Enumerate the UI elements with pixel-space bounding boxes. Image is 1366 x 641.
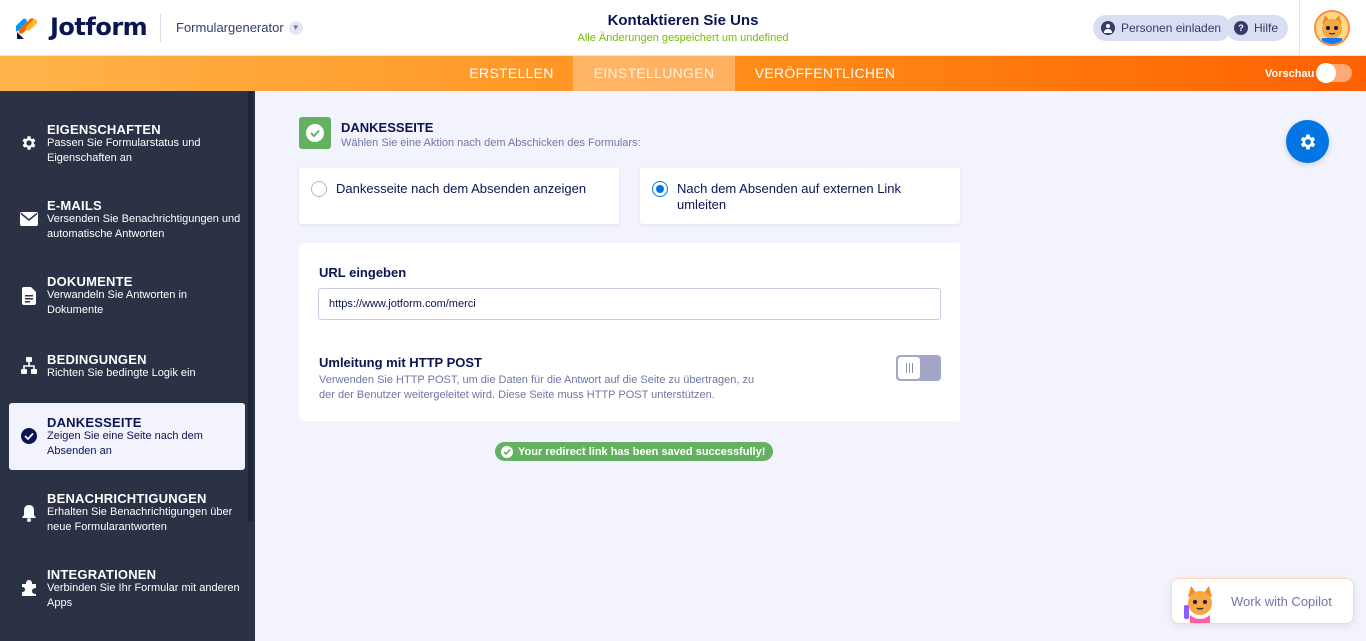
puzzle-icon — [18, 577, 40, 599]
url-input[interactable] — [318, 288, 941, 320]
builder-dropdown[interactable]: Formulargenerator ▼ — [176, 20, 303, 35]
success-toast: Your redirect link has been saved succes… — [495, 442, 774, 461]
top-header: Jotform Formulargenerator ▼ Kontaktieren… — [0, 0, 1366, 56]
save-status: Alle Änderungen gespeichert um undefined — [577, 32, 789, 44]
jotform-logo[interactable]: Jotform — [14, 13, 148, 41]
document-icon — [18, 285, 40, 307]
user-icon — [1101, 21, 1115, 35]
sidebar-item-desc: Richten Sie bedingte Logik ein — [47, 367, 196, 379]
radio-redirect-link[interactable] — [652, 181, 668, 197]
section-subtitle: Wählen Sie eine Aktion nach dem Abschick… — [341, 137, 641, 149]
redirect-settings-card: URL eingeben Umleitung mit HTTP POST Ver… — [299, 243, 960, 421]
invite-button[interactable]: Personen einladen — [1093, 15, 1232, 41]
http-post-toggle[interactable] — [896, 355, 941, 381]
sidebar-item-desc: Verwandeln Sie Antworten in Dokumente — [47, 289, 188, 316]
tab-veroeffentlichen[interactable]: VERÖFFENTLICHEN — [735, 56, 915, 91]
preview-toggle-knob — [1316, 63, 1336, 83]
header-divider — [160, 14, 161, 42]
url-label: URL eingeben — [319, 265, 407, 280]
question-icon: ? — [1234, 21, 1248, 35]
http-post-description: Verwenden Sie HTTP POST, um die Daten fü… — [319, 374, 755, 401]
sidebar-item-desc: Erhalten Sie Benachrichtigungen über neu… — [47, 506, 233, 533]
tab-einstellungen[interactable]: EINSTELLUNGEN — [573, 56, 735, 91]
sidebar-item-title: BENACHRICHTIGUNGEN — [47, 491, 207, 506]
section-title: DANKESSEITE — [341, 120, 434, 135]
copilot-cat-icon — [1184, 586, 1212, 623]
help-button[interactable]: ? Hilfe — [1226, 15, 1289, 41]
jotform-logo-icon — [14, 14, 40, 40]
sidebar-item-integrationen[interactable]: INTEGRATIONEN Verbinden Sie Ihr Formular… — [9, 555, 245, 625]
check-icon — [501, 445, 513, 458]
form-title[interactable]: Kontaktieren Sie Uns — [483, 12, 883, 29]
sidebar-item-title: EIGENSCHAFTEN — [47, 122, 161, 137]
preview-toggle[interactable] — [1316, 63, 1352, 83]
grip-icon — [905, 363, 913, 373]
sidebar-item-dankesseite[interactable]: DANKESSEITE Zeigen Sie eine Seite nach d… — [9, 403, 245, 470]
gear-icon — [18, 132, 40, 154]
copilot-label: Work with Copilot — [1231, 594, 1332, 609]
sidebar-item-desc: Passen Sie Formularstatus und Eigenschaf… — [47, 137, 201, 164]
copilot-button[interactable]: Work with Copilot — [1171, 578, 1354, 624]
envelope-icon — [18, 208, 40, 230]
builder-label: Formulargenerator — [176, 20, 284, 35]
option-label: Dankesseite nach dem Absenden anzeigen — [336, 181, 587, 196]
sidebar-item-bedingungen[interactable]: BEDINGUNGEN Richten Sie bedingte Logik e… — [9, 340, 245, 396]
help-label: Hilfe — [1254, 21, 1279, 35]
option-redirect-link[interactable]: Nach dem Absenden auf externen Link umle… — [640, 168, 960, 224]
sidebar-item-benachrichtigungen[interactable]: BENACHRICHTIGUNGEN Erhalten Sie Benachri… — [9, 479, 245, 549]
section-check-icon — [299, 117, 331, 149]
sidebar-item-desc: Versenden Sie Benachrichtigungen und aut… — [47, 213, 241, 240]
sidebar-item-title: DOKUMENTE — [47, 274, 133, 289]
sidebar-item-desc: Zeigen Sie eine Seite nach dem Absenden … — [47, 430, 203, 457]
check-circle-icon — [18, 425, 40, 447]
sitemap-icon — [18, 355, 40, 377]
chevron-down-icon: ▼ — [288, 20, 303, 35]
avatar-divider — [1299, 0, 1300, 56]
gear-icon — [1300, 134, 1315, 149]
sidebar-item-eigenschaften[interactable]: EIGENSCHAFTEN Passen Sie Formularstatus … — [9, 110, 245, 180]
option-show-thankyou[interactable]: Dankesseite nach dem Absenden anzeigen — [299, 168, 619, 224]
toggle-knob — [898, 357, 920, 379]
sidebar-item-title: BEDINGUNGEN — [47, 352, 147, 367]
http-post-title: Umleitung mit HTTP POST — [319, 355, 482, 370]
sidebar-item-dokumente[interactable]: DOKUMENTE Verwandeln Sie Antworten in Do… — [9, 262, 245, 332]
avatar[interactable] — [1314, 10, 1350, 46]
invite-label: Personen einladen — [1121, 21, 1222, 35]
option-label: Nach dem Absenden auf externen Link umle… — [677, 181, 902, 212]
bell-icon — [18, 502, 40, 524]
success-message: Your redirect link has been saved succes… — [518, 445, 766, 458]
sidebar-item-title: DANKESSEITE — [47, 415, 142, 430]
sidebar-item-title: E-MAILS — [47, 198, 102, 213]
radio-show-thankyou[interactable] — [311, 181, 327, 197]
preview-label: Vorschau — [1265, 68, 1315, 80]
sidebar-item-emails[interactable]: E-MAILS Versenden Sie Benachrichtigungen… — [9, 186, 245, 256]
sidebar-item-title: INTEGRATIONEN — [47, 567, 157, 582]
brand-name: Jotform — [50, 13, 148, 41]
builder-nav: ERSTELLEN EINSTELLUNGEN VERÖFFENTLICHEN … — [0, 56, 1366, 91]
settings-gear-button[interactable] — [1286, 120, 1329, 163]
sidebar-item-desc: Verbinden Sie Ihr Formular mit anderen A… — [47, 582, 240, 609]
tab-erstellen[interactable]: ERSTELLEN — [450, 56, 573, 91]
sidebar-scrollbar[interactable] — [248, 91, 253, 521]
